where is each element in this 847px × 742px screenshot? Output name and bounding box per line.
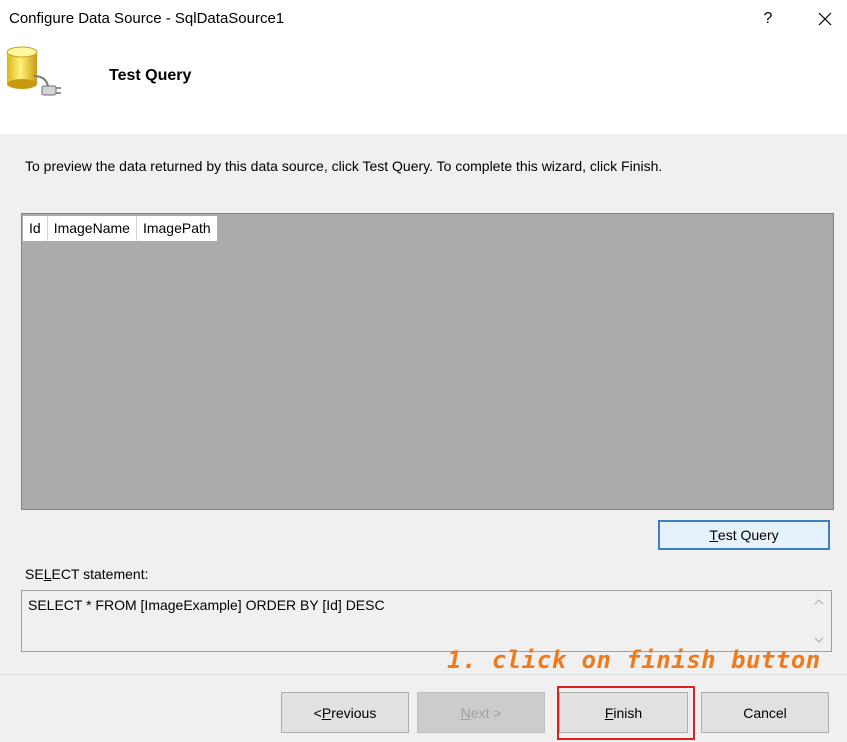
- finish-label: inish: [613, 704, 643, 721]
- close-icon: [818, 12, 832, 26]
- next-accel: N: [460, 704, 471, 721]
- previous-button[interactable]: < Previous: [281, 692, 409, 733]
- previous-label: revious: [331, 704, 377, 721]
- grid-header-row: Id ImageName ImagePath: [23, 216, 217, 241]
- cancel-button[interactable]: Cancel: [701, 692, 829, 733]
- previous-prefix: <: [313, 704, 322, 721]
- scroll-up-arrow[interactable]: [811, 594, 827, 610]
- next-button[interactable]: Next >: [417, 692, 545, 733]
- finish-accel: F: [604, 704, 614, 721]
- chevron-down-icon: [814, 637, 824, 643]
- select-statement-label: SELECT statement:: [25, 566, 149, 582]
- help-button[interactable]: ?: [754, 6, 782, 32]
- test-query-accel: T: [709, 527, 718, 543]
- window-title: Configure Data Source - SqlDataSource1: [9, 10, 285, 27]
- chevron-up-icon: [814, 599, 824, 605]
- database-plug-icon: [6, 46, 61, 96]
- test-query-button[interactable]: Test Query: [658, 520, 830, 550]
- previous-accel: P: [321, 704, 332, 721]
- page-title: Test Query: [109, 67, 192, 84]
- select-statement-textbox[interactable]: SELECT * FROM [ImageExample] ORDER BY [I…: [21, 590, 832, 652]
- select-label-post: ECT statement:: [51, 566, 149, 582]
- configure-data-source-dialog: Configure Data Source - SqlDataSource1 ?: [0, 0, 847, 742]
- column-header-imagepath[interactable]: ImagePath: [137, 216, 217, 241]
- select-statement-value: SELECT * FROM [ImageExample] ORDER BY [I…: [28, 597, 385, 613]
- test-query-label: est Query: [717, 527, 779, 543]
- close-button[interactable]: [811, 6, 839, 32]
- wizard-header: Test Query: [0, 38, 847, 134]
- title-bar: Configure Data Source - SqlDataSource1 ?: [0, 0, 847, 38]
- select-label-pre: SE: [25, 566, 44, 582]
- footer-divider: [0, 674, 847, 675]
- instruction-text: To preview the data returned by this dat…: [25, 158, 663, 174]
- finish-button[interactable]: Finish: [559, 692, 688, 733]
- tutorial-annotation: 1. click on finish button: [447, 646, 821, 674]
- results-grid[interactable]: Id ImageName ImagePath: [21, 213, 834, 510]
- column-header-imagename[interactable]: ImageName: [48, 216, 137, 241]
- next-label: ext >: [470, 704, 502, 721]
- column-header-id[interactable]: Id: [23, 216, 48, 241]
- help-icon: ?: [763, 10, 773, 27]
